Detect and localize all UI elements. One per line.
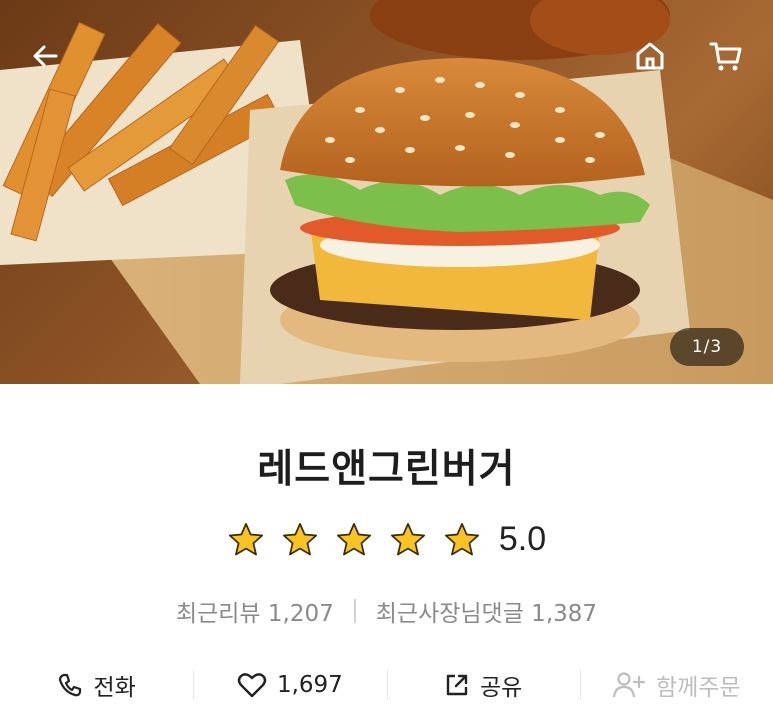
cart-button[interactable] (702, 32, 750, 80)
cart-icon (709, 42, 742, 71)
rating-score: 5.0 (498, 520, 547, 558)
call-button[interactable]: 전화 (0, 662, 193, 708)
back-button[interactable] (22, 32, 70, 80)
star-icon (336, 522, 371, 555)
store-photo-carousel[interactable]: 1/3 (0, 0, 773, 384)
like-count: 1,697 (276, 672, 343, 698)
star-icon (390, 522, 425, 555)
star-icon (282, 522, 317, 555)
recent-reviews-count[interactable]: 최근리뷰 1,207 (176, 594, 334, 628)
star-rating (227, 521, 481, 559)
like-button[interactable]: 1,697 (193, 662, 386, 708)
owner-comments-count[interactable]: 최근사장님댓글 1,387 (376, 594, 597, 628)
rating-row: 5.0 (0, 520, 773, 559)
star-icon (228, 522, 263, 555)
review-counts: 최근리뷰 1,207 최근사장님댓글 1,387 (0, 594, 773, 628)
share-icon (446, 674, 468, 696)
star-icon (444, 522, 479, 555)
call-label: 전화 (93, 675, 136, 701)
store-name: 레드앤그린버거 (257, 447, 516, 492)
group-order-label: 함께주문 (656, 675, 741, 701)
arrow-left-icon (33, 45, 58, 67)
heart-icon (237, 673, 267, 698)
add-person-icon (612, 672, 646, 698)
share-label: 공유 (479, 675, 523, 701)
home-button[interactable] (626, 32, 674, 80)
home-icon (636, 42, 664, 70)
group-order-button[interactable]: 함께주문 (579, 662, 773, 708)
divider (353, 599, 356, 623)
share-button[interactable]: 공유 (386, 662, 580, 708)
image-counter: 1/3 (670, 328, 744, 366)
action-bar: 전화 1,697 공유 함께주문 (0, 662, 773, 708)
phone-icon (59, 673, 82, 697)
